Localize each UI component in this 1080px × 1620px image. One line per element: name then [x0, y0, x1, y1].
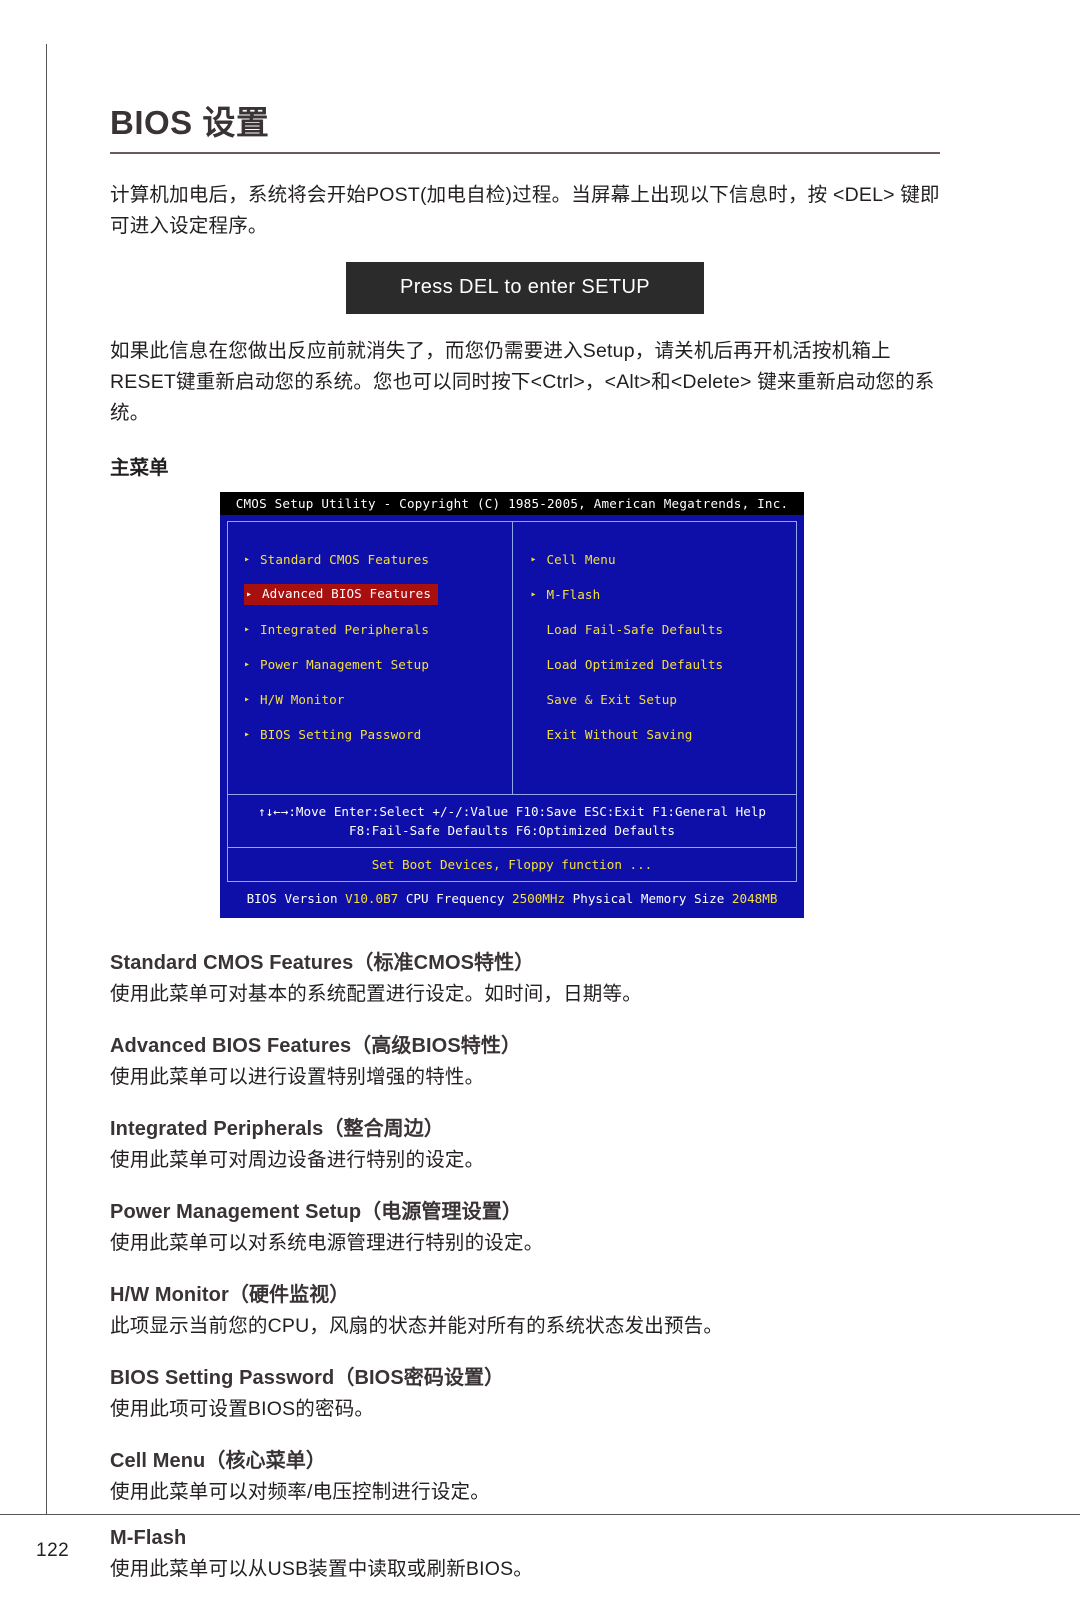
- bios-status-line: Set Boot Devices, Floppy function ...: [227, 848, 797, 882]
- triangle-right-icon: ▸: [244, 694, 251, 705]
- bios-menu-box: ▸ Standard CMOS Features ▸ Advanced BIOS Fe…: [227, 521, 797, 794]
- section-description: 使用此菜单可对基本的系统配置进行设定。如时间，日期等。: [110, 983, 642, 1005]
- page-number: 122: [36, 1540, 70, 1561]
- bios-selected-highlight: ▸ Advanced BIOS Features: [244, 584, 439, 605]
- section-heading: H/W Monitor（硬件监视）: [110, 1284, 350, 1306]
- bios-menu-item[interactable]: ▸ Advanced BIOS Features: [228, 577, 512, 612]
- page-content: BIOS 设置 计算机加电后，系统将会开始POST(加电自检)过程。当屏幕上出现…: [110, 96, 940, 1604]
- bios-menu-item-label: Exit Without Saving: [546, 726, 693, 742]
- bios-help-line-1: ↑↓←→:Move Enter:Select +/-/:Value F10:Sa…: [258, 804, 766, 819]
- page-title: BIOS 设置: [110, 104, 270, 141]
- bios-menu-item[interactable]: ▸ Integrated Peripherals: [228, 612, 512, 647]
- bios-menu-item-label: Save & Exit Setup: [546, 691, 678, 707]
- menu-description-section: Integrated Peripherals（整合周边） 使用此菜单可对周边设备进…: [110, 1112, 940, 1175]
- bios-help-bar: ↑↓←→:Move Enter:Select +/-/:Value F10:Sa…: [227, 794, 797, 848]
- bios-version-label: BIOS Version: [246, 891, 338, 906]
- bios-menu-item[interactable]: ▸Save & Exit Setup: [513, 682, 797, 717]
- section-description: 使用此菜单可以对系统电源管理进行特别的设定。: [110, 1232, 544, 1254]
- bios-menu-item-label: Load Optimized Defaults: [546, 656, 724, 672]
- bios-menu-item-label: Advanced BIOS Features: [262, 586, 432, 601]
- bios-menu-item[interactable]: ▸Load Optimized Defaults: [513, 647, 797, 682]
- bios-menu-item-label: Integrated Peripherals: [260, 621, 430, 637]
- bios-menu-item-label: Cell Menu: [546, 551, 616, 567]
- bios-version-line: BIOS Version V10.0B7 CPU Frequency 2500M…: [227, 882, 797, 913]
- bios-menu-item[interactable]: ▸Exit Without Saving: [513, 717, 797, 752]
- bios-menu-item[interactable]: ▸ Cell Menu: [513, 542, 797, 577]
- section-heading: Advanced BIOS Features（高级BIOS特性）: [110, 1035, 522, 1057]
- bios-menu-item[interactable]: ▸ M-Flash: [513, 577, 797, 612]
- bios-version-value: V10.0B7: [345, 891, 399, 906]
- main-menu-subheading: 主菜单: [110, 457, 169, 479]
- memory-size-label: Physical Memory Size: [572, 891, 725, 906]
- menu-description-section: Power Management Setup（电源管理设置） 使用此菜单可以对系统…: [110, 1195, 940, 1258]
- bios-help-line-2: F8:Fail-Safe Defaults F6:Optimized Defau…: [348, 823, 676, 838]
- bios-menu-item[interactable]: ▸ Standard CMOS Features: [228, 542, 512, 577]
- press-del-banner: Press DEL to enter SETUP: [346, 262, 704, 314]
- bios-left-column: ▸ Standard CMOS Features ▸ Advanced BIOS Fe…: [228, 522, 513, 794]
- section-description: 使用此菜单可对周边设备进行特别的设定。: [110, 1149, 485, 1171]
- menu-description-section: Standard CMOS Features（标准CMOS特性） 使用此菜单可对基…: [110, 946, 940, 1009]
- triangle-right-icon: ▸: [530, 554, 537, 565]
- section-heading: Cell Menu（核心菜单）: [110, 1450, 326, 1472]
- bios-menu-item[interactable]: ▸Load Fail-Safe Defaults: [513, 612, 797, 647]
- menu-description-section: Cell Menu（核心菜单） 使用此菜单可以对频率/电压控制进行设定。: [110, 1444, 940, 1507]
- bios-menu-item-label: M-Flash: [546, 586, 601, 602]
- cpu-frequency-label: CPU Frequency: [405, 891, 505, 906]
- menu-description-section: Advanced BIOS Features（高级BIOS特性） 使用此菜单可以进…: [110, 1029, 940, 1092]
- intro-paragraph-1: 计算机加电后，系统将会开始POST(加电自检)过程。当屏幕上出现以下信息时，按 …: [110, 184, 940, 237]
- bios-setup-screenshot: CMOS Setup Utility - Copyright (C) 1985-…: [220, 492, 804, 918]
- section-heading: Power Management Setup（电源管理设置）: [110, 1201, 522, 1223]
- menu-descriptions: Standard CMOS Features（标准CMOS特性） 使用此菜单可对基…: [110, 946, 940, 1584]
- section-description: 此项显示当前您的CPU，风扇的状态并能对所有的系统状态发出预告。: [110, 1315, 724, 1337]
- triangle-right-icon: ▸: [530, 589, 537, 600]
- section-heading: M-Flash: [110, 1527, 187, 1549]
- bios-menu-item-label: Power Management Setup: [260, 656, 430, 672]
- section-heading: BIOS Setting Password（BIOS密码设置）: [110, 1367, 505, 1389]
- section-heading: Standard CMOS Features（标准CMOS特性）: [110, 952, 535, 974]
- section-description: 使用此菜单可以进行设置特别增强的特性。: [110, 1066, 485, 1088]
- bios-menu-item-label: H/W Monitor: [260, 691, 345, 707]
- menu-description-section: BIOS Setting Password（BIOS密码设置） 使用此项可设置BI…: [110, 1361, 940, 1424]
- menu-description-section: H/W Monitor（硬件监视） 此项显示当前您的CPU，风扇的状态并能对所有的…: [110, 1278, 940, 1341]
- bios-menu-item-label: Load Fail-Safe Defaults: [546, 621, 724, 637]
- bios-menu-item-label: Standard CMOS Features: [260, 551, 430, 567]
- section-heading: Integrated Peripherals（整合周边）: [110, 1118, 444, 1140]
- bios-menu-item[interactable]: ▸ Power Management Setup: [228, 647, 512, 682]
- bios-body: ▸ Standard CMOS Features ▸ Advanced BIOS Fe…: [220, 515, 804, 918]
- cpu-frequency-value: 2500MHz: [512, 891, 566, 906]
- bios-menu-item-label: BIOS Setting Password: [260, 726, 422, 742]
- bios-titlebar: CMOS Setup Utility - Copyright (C) 1985-…: [220, 492, 804, 515]
- section-description: 使用此项可设置BIOS的密码。: [110, 1398, 375, 1420]
- memory-size-value: 2048MB: [731, 891, 778, 906]
- title-divider: [110, 152, 940, 154]
- intro-paragraph-2: 如果此信息在您做出反应前就消失了，而您仍需要进入Setup，请关机后再开机活按机…: [110, 340, 935, 424]
- menu-description-section: M-Flash 使用此菜单可以从USB装置中读取或刷新BIOS。: [110, 1527, 940, 1584]
- section-description: 使用此菜单可以从USB装置中读取或刷新BIOS。: [110, 1558, 533, 1580]
- triangle-right-icon: ▸: [244, 624, 251, 635]
- triangle-right-icon: ▸: [246, 588, 253, 600]
- triangle-right-icon: ▸: [244, 554, 251, 565]
- page-border-left: [46, 44, 47, 1514]
- triangle-right-icon: ▸: [244, 729, 251, 740]
- bios-right-column: ▸ Cell Menu ▸ M-Flash ▸Load Fail-Safe Defaul…: [513, 522, 797, 794]
- section-description: 使用此菜单可以对频率/电压控制进行设定。: [110, 1481, 490, 1503]
- triangle-right-icon: ▸: [244, 659, 251, 670]
- bios-menu-item[interactable]: ▸ H/W Monitor: [228, 682, 512, 717]
- bios-menu-item[interactable]: ▸ BIOS Setting Password: [228, 717, 512, 752]
